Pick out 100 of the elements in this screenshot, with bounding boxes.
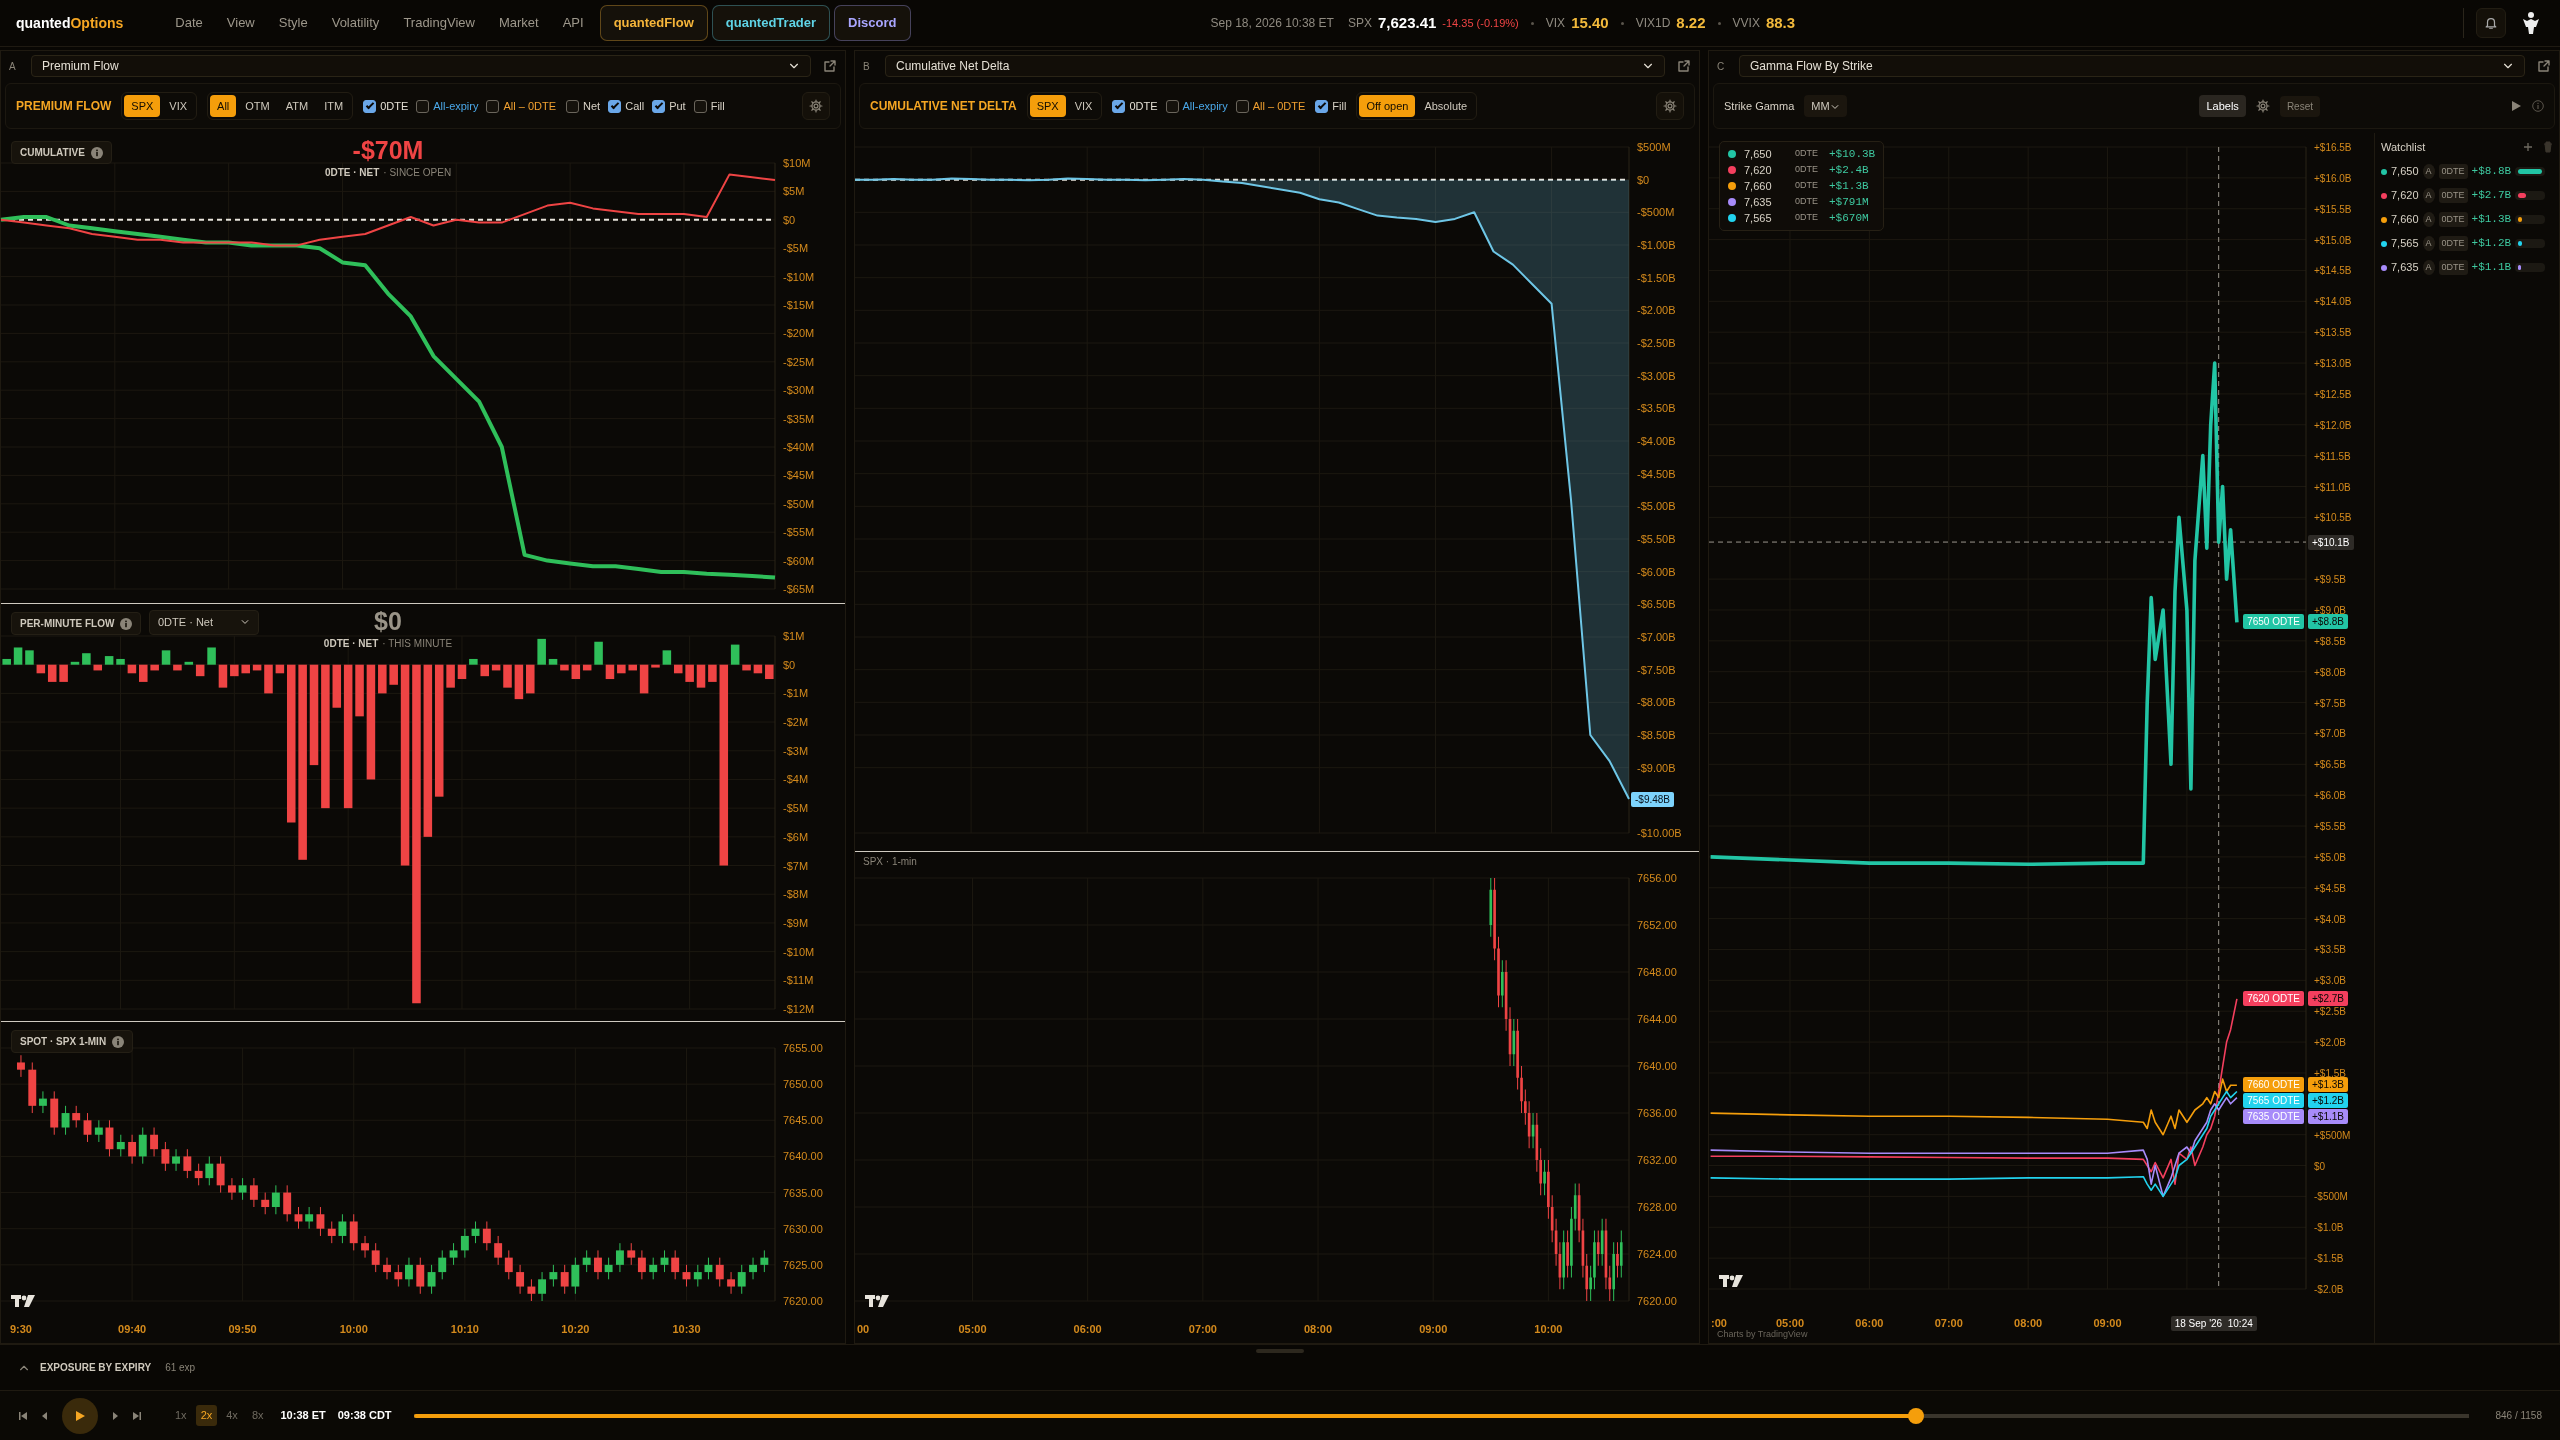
date-time: Sep 18, 2026 10:38 ET [1210,15,1334,32]
watchlist-item[interactable]: 7,660 A 0DTE +$1.3B [2381,207,2553,232]
axis-label: 7632.00 [1637,1154,1677,1166]
labels-toggle[interactable]: Labels [2199,94,2246,118]
section-label: PER-MINUTE FLOW [20,617,115,631]
menu-item[interactable]: Volatility [319,13,392,33]
symbol-tab[interactable]: SPX [124,94,161,118]
strike-label: 7,620 [1744,162,1773,178]
strike-label: 7,660 [2391,212,2419,228]
axis-label: 7644.00 [1637,1013,1677,1025]
axis-label: +$3.5B [2314,944,2346,956]
panel-selector[interactable]: Cumulative Net Delta [885,55,1665,77]
menu-item[interactable]: View [214,13,267,33]
expiry-label: 0DTE [1794,211,1819,225]
series-tag: 7620 ODTE [2243,990,2304,1006]
menu-item[interactable]: Market [486,13,551,33]
axis-label: -$7.00B [1637,631,1676,643]
axis-label: 05:00 [1775,1317,1805,1329]
crosshair-label: +$10.1B [2308,535,2354,551]
axis-label: 7640.00 [783,1150,823,1163]
axis-label: 7620.00 [783,1295,823,1307]
checkbox-label[interactable]: All – 0DTE [1252,97,1306,115]
checkbox-label[interactable]: Fill [1332,97,1347,115]
speed-tab[interactable]: 1x [170,1405,192,1426]
axis-label: +$500M [2314,1129,2351,1141]
quote-value: 7,623.41 [1377,12,1437,33]
checkbox-label[interactable]: Call [625,97,645,115]
checkbox-label[interactable]: Put [669,97,686,115]
strike-label: 7,650 [2391,164,2419,180]
axis-label: -$3M [783,744,809,757]
axis-label: -$2.00B [1637,304,1676,317]
product-link[interactable]: Discord [834,5,911,41]
menu-item[interactable]: TradingView [391,13,487,33]
axis-label: +$1.5B [2314,1067,2346,1079]
axis-label: -$2M [783,716,809,729]
axis-label: 7630.00 [783,1222,823,1235]
quote-symbol: VIX [1545,15,1566,32]
axis-label: -$30M [783,384,815,397]
axis-label: -$5M [783,802,809,815]
time-ct: 09:38 CDT [337,1408,392,1424]
gamma-value: +$1.2B [2471,236,2512,252]
menu-item[interactable]: API [550,13,596,33]
tag-badge: A [2422,163,2435,180]
axis-label: +$11.0B [2314,481,2351,493]
mode-tab[interactable]: Off open [1359,94,1416,118]
value-tag: +$1.1B [2308,1109,2348,1125]
checkbox-label[interactable]: Fill [710,97,725,115]
filter-tab[interactable]: ATM [278,94,316,118]
axis-label: +$8.0B [2314,666,2346,678]
watchlist-item[interactable]: 7,620 A 0DTE +$2.7B [2381,183,2553,208]
axis-label: 09:00 [2093,1317,2122,1329]
axis-label: 7648.00 [1637,966,1677,978]
series-tag: 7650 ODTE [2243,614,2304,630]
dropdown[interactable]: MM [1804,94,1847,118]
filter-tab[interactable]: ITM [317,94,351,118]
axis-label: 10:00 [1534,1323,1563,1335]
panel-selector[interactable]: Gamma Flow By Strike [1739,55,2525,77]
strike-label: 7,635 [1744,194,1773,210]
section-label: SPX · 1-min [863,855,917,869]
value-tag: +$8.8B [2308,614,2348,630]
symbol-tab[interactable]: SPX [1029,94,1066,118]
speed-tab[interactable]: 2x [195,1405,218,1426]
symbol-tab[interactable]: VIX [162,94,195,118]
watchlist-item[interactable]: 7,565 A 0DTE +$1.2B [2381,231,2553,256]
watchlist-item[interactable]: 7,635 A 0DTE +$1.1B [2381,255,2553,280]
menu-item[interactable]: Date [163,13,215,33]
axis-label: -$60M [783,554,815,567]
product-link[interactable]: quantedFlow [599,5,708,41]
speed-tab[interactable]: 8x [246,1405,269,1426]
axis-label: +$5.0B [2314,851,2346,863]
reset-button[interactable]: Reset [2279,95,2320,117]
filter-tab[interactable]: All [210,94,237,118]
panel-selector[interactable]: Premium Flow [31,55,811,77]
checkbox-label[interactable]: All – 0DTE [503,97,557,115]
axis-label: $1M [783,630,805,642]
strike-label: 7,565 [1744,210,1773,226]
value-tag: +$2.7B [2308,990,2348,1006]
watchlist-item[interactable]: 7,650 A 0DTE +$8.8B [2381,159,2553,184]
mode-tab[interactable]: Absolute [1417,94,1475,118]
axis-label: 7625.00 [783,1258,823,1271]
checkbox-label[interactable]: All-expiry [433,97,479,115]
filter-tab[interactable]: OTM [238,94,277,118]
series-tag: 7565 ODTE [2243,1093,2304,1109]
strike-label: 7,620 [2391,188,2419,204]
axis-label: -$500M [1637,206,1675,219]
tag-badge: A [2422,211,2435,228]
checkbox-label[interactable]: All-expiry [1182,97,1228,115]
axis-label: +$3.0B [2314,975,2346,987]
dropdown[interactable]: 0DTE · Net [149,610,259,635]
checkbox-label[interactable]: Net [583,97,601,115]
symbol-tab[interactable]: VIX [1067,94,1100,118]
checkbox-label[interactable]: 0DTE [380,97,409,115]
speed-tab[interactable]: 4x [221,1405,243,1426]
axis-label: $0 [783,213,796,226]
checkbox-label[interactable]: 0DTE [1129,97,1158,115]
axis-label: +$10.5B [2314,512,2352,524]
axis-label: +$11.5B [2314,450,2351,462]
menu-item[interactable]: Style [266,13,320,33]
axis-label: +$9.5B [2314,574,2346,586]
product-link[interactable]: quantedTrader [711,5,831,41]
